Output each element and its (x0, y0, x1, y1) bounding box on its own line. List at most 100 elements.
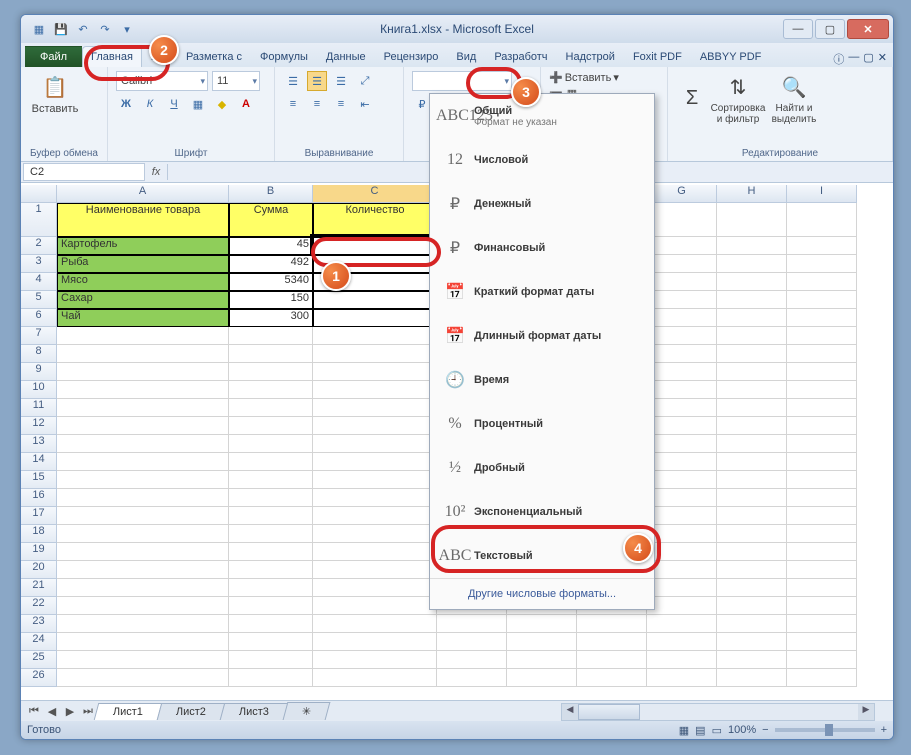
tab-home[interactable]: Главная (82, 46, 142, 67)
align-bottom-icon[interactable]: ☰ (331, 71, 351, 91)
sheet-tab-new[interactable]: ✳ (283, 702, 331, 720)
col-H[interactable]: H (717, 185, 787, 203)
cell-A3[interactable]: Рыба (57, 255, 229, 273)
row-3[interactable]: 3 (21, 255, 57, 273)
tab-data[interactable]: Данные (317, 46, 375, 67)
row-6[interactable]: 6 (21, 309, 57, 327)
sheet-tab-2[interactable]: Лист2 (157, 703, 226, 720)
cell-C6[interactable] (313, 309, 437, 327)
cell-B6[interactable]: 300 (229, 309, 313, 327)
sheet-tab-3[interactable]: Лист3 (220, 703, 289, 720)
row-16[interactable]: 16 (21, 489, 57, 507)
view-normal-icon[interactable]: ▦ (679, 724, 689, 737)
row-10[interactable]: 10 (21, 381, 57, 399)
font-color-icon[interactable]: A (236, 94, 256, 114)
tab-review[interactable]: Рецензиро (375, 46, 448, 67)
sheet-prev-icon[interactable]: ◀ (43, 705, 61, 718)
cells-insert-icon[interactable]: ➕ (549, 71, 563, 84)
tab-dev[interactable]: Разработч (485, 46, 556, 67)
row-8[interactable]: 8 (21, 345, 57, 363)
doc-restore-icon[interactable]: ▢ (863, 51, 873, 67)
align-right-icon[interactable]: ≡ (331, 94, 351, 114)
border-icon[interactable]: ▦ (188, 94, 208, 114)
col-I[interactable]: I (787, 185, 857, 203)
header-qty[interactable]: Количество (313, 203, 437, 237)
row-7[interactable]: 7 (21, 327, 57, 345)
underline-icon[interactable]: Ч (164, 94, 184, 114)
horizontal-scrollbar[interactable]: ◀▶ (561, 703, 875, 721)
align-left-icon[interactable]: ≡ (283, 94, 303, 114)
row-2[interactable]: 2 (21, 237, 57, 255)
row-9[interactable]: 9 (21, 363, 57, 381)
zoom-slider[interactable] (775, 728, 875, 732)
col-G[interactable]: G (647, 185, 717, 203)
align-center-icon[interactable]: ≡ (307, 94, 327, 114)
row-25[interactable]: 25 (21, 651, 57, 669)
chevron-down-icon[interactable]: ▾ (613, 71, 619, 84)
tab-insert[interactable]: вка (142, 46, 177, 67)
bold-icon[interactable]: Ж (116, 94, 136, 114)
fx-icon[interactable]: fx (145, 166, 167, 178)
row-5[interactable]: 5 (21, 291, 57, 309)
view-layout-icon[interactable]: ▤ (695, 724, 705, 737)
number-format-dropdown[interactable] (412, 71, 512, 91)
tab-abbyy[interactable]: ABBYY PDF (691, 46, 771, 67)
cell-C3[interactable] (313, 255, 437, 273)
font-name-dropdown[interactable]: Calibri (116, 71, 208, 91)
col-B[interactable]: B (229, 185, 313, 203)
name-box[interactable]: C2 (23, 163, 145, 181)
header-name[interactable]: Наименование товара (57, 203, 229, 237)
format-item-8[interactable]: ½ Дробный (430, 446, 654, 490)
help-icon[interactable]: ⓘ (833, 51, 844, 67)
row-20[interactable]: 20 (21, 561, 57, 579)
cell-C4[interactable] (313, 273, 437, 291)
align-middle-icon[interactable]: ☰ (307, 71, 327, 91)
tab-view[interactable]: Вид (447, 46, 485, 67)
row-18[interactable]: 18 (21, 525, 57, 543)
row-22[interactable]: 22 (21, 597, 57, 615)
row-19[interactable]: 19 (21, 543, 57, 561)
cell-A6[interactable]: Чай (57, 309, 229, 327)
cell-C5[interactable] (313, 291, 437, 309)
orientation-icon[interactable]: ⤢ (355, 71, 375, 91)
doc-close-icon[interactable]: ✕ (878, 51, 887, 67)
cell-A5[interactable]: Сахар (57, 291, 229, 309)
row-26[interactable]: 26 (21, 669, 57, 687)
cell-A4[interactable]: Мясо (57, 273, 229, 291)
row-21[interactable]: 21 (21, 579, 57, 597)
ribbon-minimize-icon[interactable]: — (848, 51, 859, 67)
view-break-icon[interactable]: ▭ (712, 724, 722, 737)
paste-button[interactable]: 📋 Вставить (29, 71, 81, 115)
format-item-6[interactable]: 🕘 Время (430, 358, 654, 402)
zoom-level[interactable]: 100% (728, 724, 756, 736)
more-formats[interactable]: Другие числовые форматы... (430, 578, 654, 609)
row-13[interactable]: 13 (21, 435, 57, 453)
cell-B5[interactable]: 150 (229, 291, 313, 309)
row-11[interactable]: 11 (21, 399, 57, 417)
format-item-0[interactable]: ABC123 ОбщийФормат не указан (430, 94, 654, 138)
tab-foxit[interactable]: Foxit PDF (624, 46, 691, 67)
format-item-9[interactable]: 10² Экспоненциальный (430, 490, 654, 534)
tab-addin[interactable]: Надстрой (557, 46, 624, 67)
format-item-5[interactable]: 📅 Длинный формат даты (430, 314, 654, 358)
tab-formulas[interactable]: Формулы (251, 46, 317, 67)
sheet-next-icon[interactable]: ▶ (61, 705, 79, 718)
autosum-button[interactable]: Σ (676, 82, 708, 114)
format-item-3[interactable]: ₽ Финансовый (430, 226, 654, 270)
cell-B3[interactable]: 492 (229, 255, 313, 273)
cell-A2[interactable]: Картофель (57, 237, 229, 255)
row-12[interactable]: 12 (21, 417, 57, 435)
header-sum[interactable]: Сумма (229, 203, 313, 237)
cells-insert-label[interactable]: Вставить (565, 72, 612, 84)
font-size-dropdown[interactable]: 11 (212, 71, 260, 91)
row-14[interactable]: 14 (21, 453, 57, 471)
format-item-10[interactable]: ABC Текстовый (430, 534, 654, 578)
sheet-tab-1[interactable]: Лист1 (94, 703, 163, 720)
tab-file[interactable]: Файл (25, 46, 82, 67)
zoom-out-icon[interactable]: − (762, 724, 768, 736)
cell-B4[interactable]: 5340 (229, 273, 313, 291)
format-item-7[interactable]: % Процентный (430, 402, 654, 446)
row-4[interactable]: 4 (21, 273, 57, 291)
col-A[interactable]: A (57, 185, 229, 203)
zoom-in-icon[interactable]: + (881, 724, 887, 736)
